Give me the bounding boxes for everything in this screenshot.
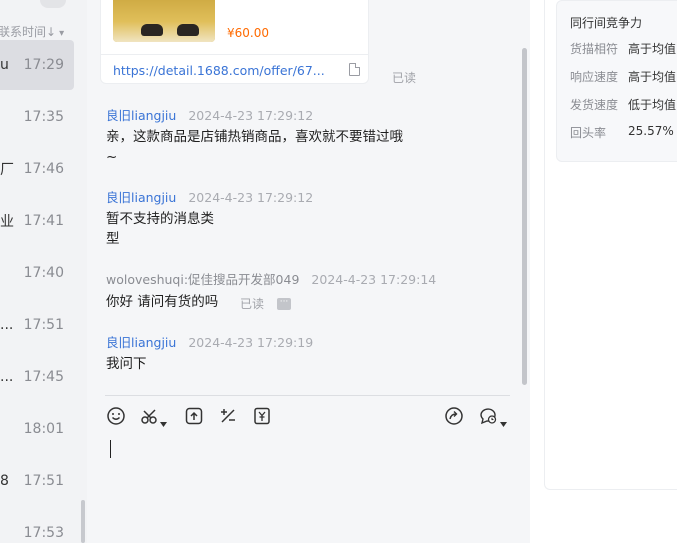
contact-item[interactable]: 厂 17:46: [0, 144, 74, 194]
message-line: 型: [106, 231, 120, 247]
contact-time: 17:29: [23, 57, 64, 73]
contact-item[interactable]: 8 17:51: [0, 456, 74, 506]
message-time: 2024-4-23 17:29:19: [188, 335, 314, 350]
metric-label: 响应速度: [570, 70, 619, 84]
message-line: 你好 请问有货的吗: [106, 294, 219, 310]
metric-value: 高于均值: [628, 70, 677, 84]
contact-time: 17:53: [23, 525, 64, 541]
card-title: 同行间竞争力: [570, 16, 643, 30]
message-header: 良旧liangjiu 2024-4-23 17:29:19: [106, 332, 313, 351]
scissors-icon[interactable]: [140, 406, 160, 426]
contact-time: 18:01: [23, 421, 64, 437]
message-time: 2024-4-23 17:29:12: [188, 190, 314, 205]
message-text: 亲，这款商品是店铺热销商品，喜欢就不要错过哦 ~: [106, 127, 403, 167]
upload-icon[interactable]: [184, 406, 204, 426]
copy-icon[interactable]: [349, 63, 360, 76]
contact-item[interactable]: ... 17:51: [0, 300, 74, 350]
contact-list-scrollbar[interactable]: [81, 500, 85, 543]
contact-name: 8: [0, 473, 9, 489]
sort-label-text: 联系时间↓: [0, 25, 57, 39]
message-time: 2024-4-23 17:29:12: [188, 108, 314, 123]
quick-reply-icon[interactable]: [478, 406, 498, 426]
metric-value: 25.57%: [628, 124, 674, 138]
message-line: 我问下: [106, 356, 147, 372]
contact-item[interactable]: ... 17:45: [0, 352, 74, 402]
message-line: 暂不支持的消息类: [106, 211, 214, 227]
contact-item[interactable]: 18:01: [0, 404, 74, 454]
message-header: 良旧liangjiu 2024-4-23 17:29:12: [106, 105, 313, 124]
contact-time: 17:46: [23, 161, 64, 177]
message-time: 2024-4-23 17:29:14: [311, 272, 437, 287]
chevron-down-icon[interactable]: [500, 413, 507, 427]
competitiveness-card: 同行间竞争力 货描相符 高于均值 响应速度 高于均值 发货速度 低于均值 回头率…: [556, 0, 677, 162]
contact-name: 厂: [0, 162, 14, 178]
contact-name: 业: [0, 214, 14, 230]
metric-label: 回头率: [570, 126, 607, 140]
contact-time: 17:41: [23, 213, 64, 229]
metric-label: 发货速度: [570, 98, 619, 112]
sort-by-contact-time[interactable]: 联系时间↓ ▾: [0, 23, 64, 40]
message-sender[interactable]: woloveshuqi:促佳搜品开发部049: [106, 272, 299, 287]
message-sender[interactable]: 良旧liangjiu: [106, 108, 176, 123]
contact-time: 17:51: [23, 317, 64, 333]
product-card[interactable]: ¥60.00 https://detail.1688.com/offer/67.…: [100, 0, 369, 84]
contact-time: 17:35: [23, 109, 64, 125]
toggle-switch[interactable]: [40, 0, 66, 8]
more-icon[interactable]: ···: [277, 298, 291, 310]
contact-list: 联系时间↓ ▾ u 17:29 17:35 厂 17:46 业 17:41 17:…: [0, 0, 87, 543]
share-icon[interactable]: [444, 406, 464, 426]
contact-item[interactable]: 17:35: [0, 92, 74, 142]
metric-label: 货描相符: [570, 42, 619, 56]
metric-value: 高于均值: [628, 42, 677, 56]
message-input[interactable]: [110, 440, 111, 458]
message-line: 亲，这款商品是店铺热销商品，喜欢就不要错过哦: [106, 129, 403, 145]
message-text: 暂不支持的消息类 型: [106, 209, 214, 249]
percent-icon[interactable]: [218, 406, 238, 426]
message-text: 我问下: [106, 354, 147, 374]
message-header: woloveshuqi:促佳搜品开发部049 2024-4-23 17:29:14: [106, 269, 436, 288]
message-sender[interactable]: 良旧liangjiu: [106, 190, 176, 205]
product-price: ¥60.00: [227, 26, 269, 40]
chat-panel: ¥60.00 https://detail.1688.com/offer/67.…: [87, 0, 530, 543]
contact-item[interactable]: 17:40: [0, 248, 74, 298]
emoji-icon[interactable]: [106, 406, 126, 426]
read-status: 已读: [392, 71, 417, 85]
product-link[interactable]: https://detail.1688.com/offer/67...: [113, 63, 325, 78]
contact-item[interactable]: 业 17:41: [0, 196, 74, 246]
contact-time: 17:40: [23, 265, 64, 281]
contact-item[interactable]: 17:53: [0, 508, 74, 543]
contact-item[interactable]: u 17:29: [0, 40, 74, 90]
contact-time: 17:45: [23, 369, 64, 385]
chat-window: 联系时间↓ ▾ u 17:29 17:35 厂 17:46 业 17:41 17:…: [0, 0, 677, 543]
shop-info-panel: 同行间竞争力 货描相符 高于均值 响应速度 高于均值 发货速度 低于均值 回头率…: [530, 0, 677, 543]
message-sender[interactable]: 良旧liangjiu: [106, 335, 176, 350]
message-header: 良旧liangjiu 2024-4-23 17:29:12: [106, 187, 313, 206]
contact-name: ...: [0, 369, 14, 385]
composer-divider: [105, 395, 510, 396]
product-image[interactable]: [113, 0, 215, 42]
metric-value: 低于均值: [628, 98, 677, 112]
message-text: 你好 请问有货的吗: [106, 292, 218, 312]
read-status: 已读: [240, 297, 265, 311]
yuan-icon[interactable]: [252, 406, 272, 426]
divider: [101, 54, 368, 55]
message-line: ~: [106, 149, 118, 165]
chevron-down-icon[interactable]: [160, 413, 167, 427]
chat-scrollbar[interactable]: [522, 48, 527, 385]
contact-time: 17:51: [23, 473, 64, 489]
chevron-down-icon: ▾: [59, 28, 65, 39]
contact-name: ...: [0, 317, 14, 333]
contact-name: u: [0, 57, 9, 73]
